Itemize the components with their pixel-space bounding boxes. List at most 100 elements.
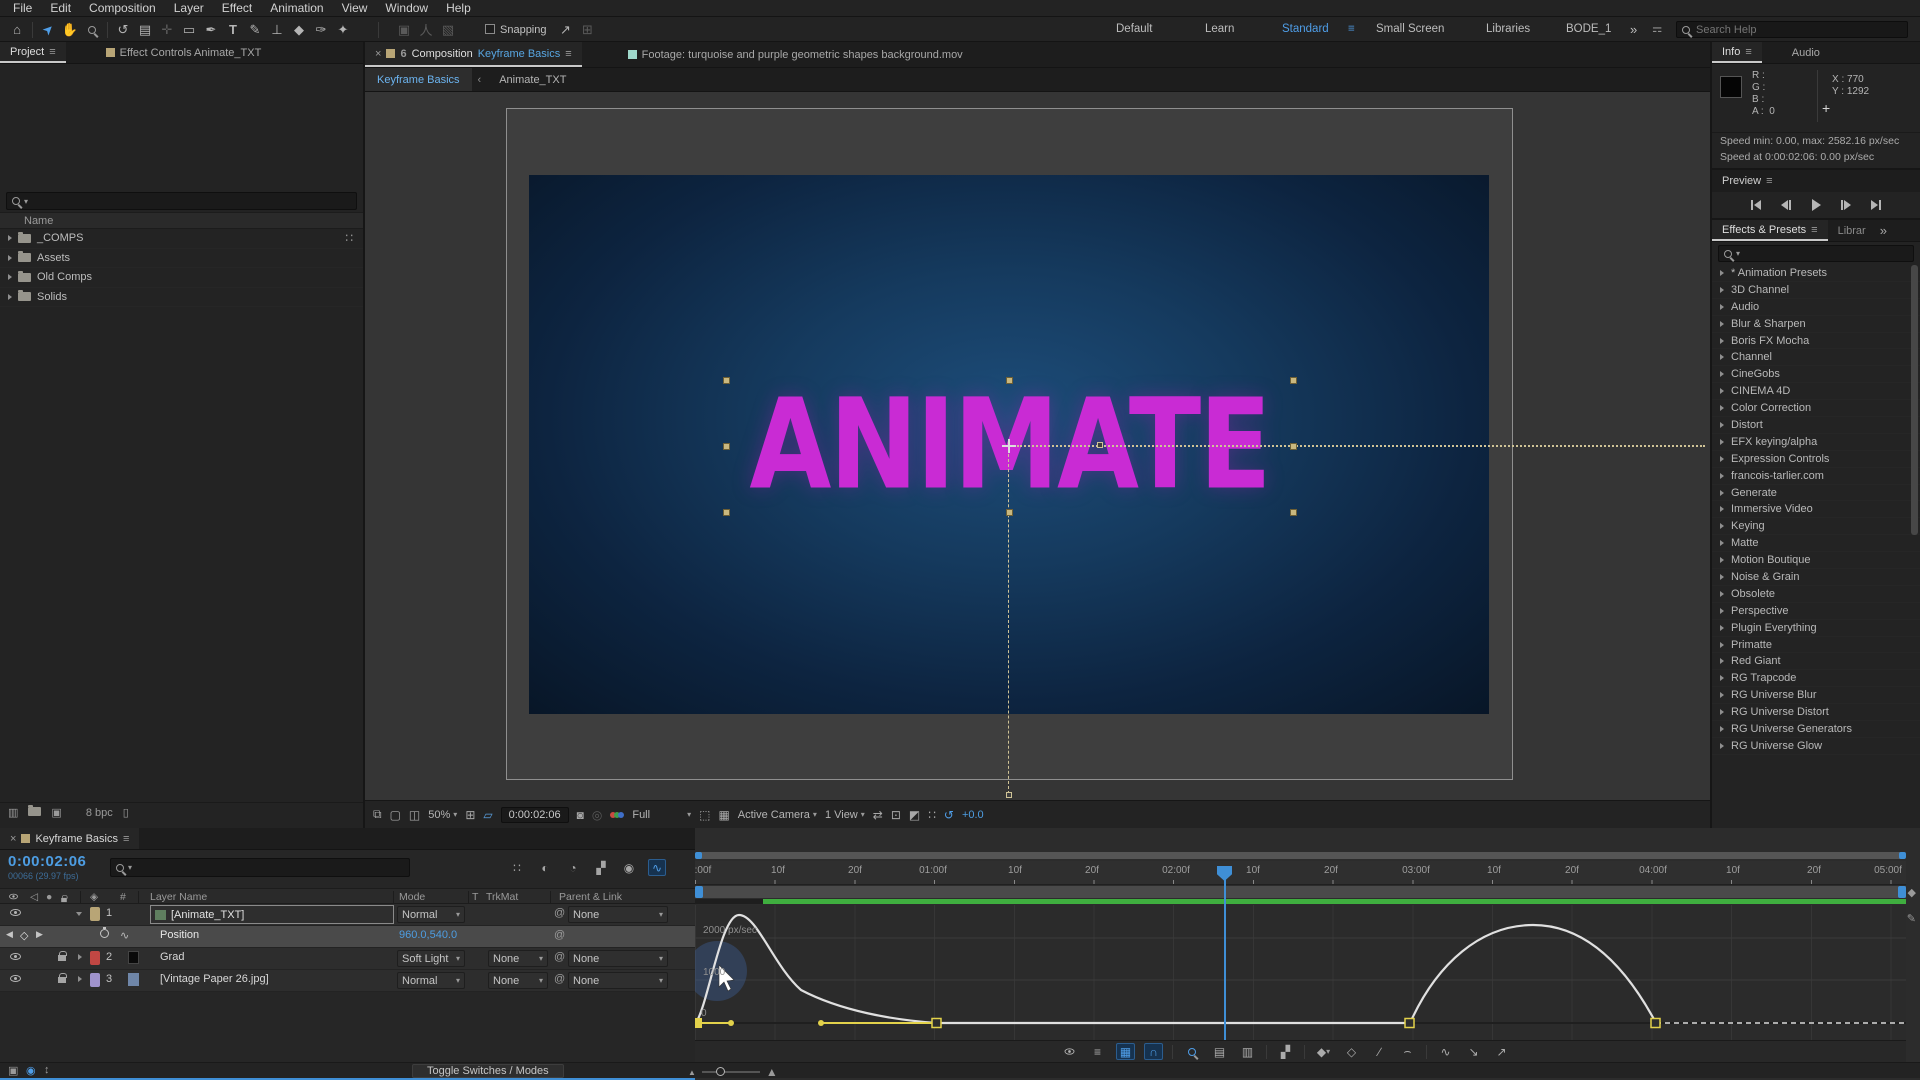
effects-category-row[interactable]: Obsolete xyxy=(1712,586,1920,603)
selection-handle[interactable] xyxy=(1290,509,1297,516)
bezier-interpolation-icon[interactable]: ⌢ xyxy=(1398,1043,1417,1060)
trash-icon[interactable]: ▯ xyxy=(123,806,129,819)
graph-editor-icon[interactable]: ∿ xyxy=(648,859,666,876)
parent-dropdown[interactable]: None ▾ xyxy=(568,972,668,989)
rectangle-tool-icon[interactable]: ▭ xyxy=(178,19,200,40)
keyframe-nav-left-icon[interactable]: ◀ xyxy=(6,929,13,940)
expander-icon[interactable] xyxy=(1720,371,1724,378)
easy-ease-icon[interactable]: ∿ xyxy=(1436,1043,1455,1060)
expander-icon[interactable] xyxy=(1720,725,1724,732)
expander-icon[interactable] xyxy=(1720,624,1724,631)
tab-libraries[interactable]: Librar xyxy=(1828,220,1876,241)
easy-ease-in-icon[interactable]: ↘ xyxy=(1464,1043,1483,1060)
layer-name-box[interactable]: [Animate_TXT] xyxy=(150,905,394,924)
rotation-tool-icon[interactable]: ↺ xyxy=(112,19,134,40)
effects-category-row[interactable]: Matte xyxy=(1712,535,1920,553)
expander-icon[interactable] xyxy=(1720,472,1724,479)
project-search-box[interactable]: ▾ xyxy=(6,192,357,210)
new-composition-icon[interactable]: ▣ xyxy=(51,806,61,819)
layer-label-color[interactable] xyxy=(90,907,100,921)
lock-open-icon[interactable]: 6 xyxy=(400,48,406,60)
close-icon[interactable]: × xyxy=(10,833,16,845)
exposure-value[interactable]: +0.0 xyxy=(962,809,984,821)
graph-toggle-icon[interactable]: ∿ xyxy=(120,929,129,942)
scrollbar-thumb[interactable] xyxy=(1911,265,1918,535)
snap-magnet-icon[interactable]: ∩ xyxy=(1144,1043,1163,1060)
view-tab-animate-txt[interactable]: Animate_TXT xyxy=(487,68,578,91)
work-area-start-handle[interactable] xyxy=(695,886,703,898)
selection-handle[interactable] xyxy=(1006,509,1013,516)
reset-exposure-icon[interactable]: ↺ xyxy=(944,808,954,822)
menu-item[interactable]: Composition xyxy=(80,0,165,17)
menu-item[interactable]: Help xyxy=(437,0,480,17)
expander-icon[interactable] xyxy=(1720,557,1724,564)
effects-category-row[interactable]: RG Universe Blur xyxy=(1712,687,1920,705)
puppet-pin-tool-icon[interactable]: ✦ xyxy=(332,19,354,40)
expander-icon[interactable] xyxy=(1720,337,1724,344)
blend-mode-dropdown[interactable]: Soft Light ▾ xyxy=(397,950,465,967)
effects-category-row[interactable]: Generate xyxy=(1712,485,1920,502)
effects-category-row[interactable]: * Animation Presets xyxy=(1712,265,1920,282)
expander-icon[interactable] xyxy=(1720,573,1724,580)
motion-path-endpoint[interactable] xyxy=(1006,792,1012,798)
effects-category-row[interactable]: Expression Controls xyxy=(1712,451,1920,468)
always-preview-icon[interactable]: ⧉ xyxy=(373,807,382,822)
pickwhip-icon[interactable]: @ xyxy=(554,907,565,919)
tab-preview[interactable]: Preview ≡ xyxy=(1712,170,1783,192)
menu-item[interactable]: Window xyxy=(376,0,437,17)
lock-icon[interactable] xyxy=(58,973,67,986)
project-folder-row[interactable]: _COMPS xyxy=(0,229,363,249)
col-t[interactable]: T xyxy=(472,891,478,903)
work-area-bar[interactable] xyxy=(695,886,1906,898)
zoom-knob[interactable] xyxy=(715,1067,725,1076)
workspace-default[interactable]: Default xyxy=(1116,17,1152,42)
hold-interpolation-icon[interactable]: ◇ xyxy=(1342,1043,1361,1060)
frame-blending-icon[interactable]: ▞ xyxy=(592,859,610,876)
expand-transfer-controls-icon[interactable]: ◉ xyxy=(26,1064,36,1077)
comp-button-icon[interactable]: ✎ xyxy=(1907,912,1916,925)
angle-snap-icon[interactable]: ↗ xyxy=(555,19,577,40)
timeline-zoom-slider[interactable]: ▲ ▲ xyxy=(688,1065,778,1079)
expander-icon[interactable] xyxy=(1720,421,1724,428)
layer-row-2[interactable]: 2 Grad Soft Light ▾ None ▾ @ None ▾ xyxy=(0,948,695,970)
camera-dropdown[interactable]: Active Camera ▾ xyxy=(738,809,817,821)
layer-name[interactable]: Grad xyxy=(160,951,184,963)
panel-menu-icon[interactable]: ≡ xyxy=(1811,224,1817,236)
grid-snap-icon[interactable]: ⊞ xyxy=(577,19,599,40)
zoom-out-mountain-icon[interactable]: ▲ xyxy=(688,1068,696,1077)
timeline-search-box[interactable]: ▾ xyxy=(110,858,410,877)
auto-zoom-icon[interactable] xyxy=(1182,1043,1201,1060)
menu-item[interactable]: Animation xyxy=(261,0,332,17)
play-button[interactable] xyxy=(1805,198,1827,213)
zoom-track[interactable] xyxy=(701,1067,760,1076)
resolution-dropdown[interactable]: Full ▾ xyxy=(632,809,691,821)
view-tab-keyframe-basics[interactable]: Keyframe Basics xyxy=(365,68,472,91)
workspace-small-screen[interactable]: Small Screen xyxy=(1376,17,1444,42)
workspace-standard[interactable]: Standard xyxy=(1282,17,1329,42)
expander-icon[interactable] xyxy=(1720,523,1724,530)
composition-viewer[interactable]: ANIMATE xyxy=(365,92,1710,800)
previous-frame-button[interactable] xyxy=(1775,198,1797,213)
add-keyframe-icon[interactable]: ◆ ▾ xyxy=(1314,1043,1333,1060)
twirl-icon[interactable] xyxy=(76,907,82,919)
expander-icon[interactable] xyxy=(1720,540,1724,547)
effects-category-row[interactable]: EFX keying/alpha xyxy=(1712,434,1920,451)
effects-category-row[interactable]: Noise & Grain xyxy=(1712,569,1920,586)
selection-handle[interactable] xyxy=(1290,443,1297,450)
expander-icon[interactable] xyxy=(1720,286,1724,293)
panel-menu-icon[interactable]: ≡ xyxy=(49,46,55,58)
expander-icon[interactable] xyxy=(1720,675,1724,682)
mini-flowchart-icon[interactable]: ∷ xyxy=(508,859,526,876)
layer-row-3[interactable]: 3 [Vintage Paper 26.jpg] Normal ▾ None ▾ @… xyxy=(0,970,695,992)
tab-effect-controls[interactable]: Effect Controls Animate_TXT xyxy=(96,42,272,63)
pickwhip-icon[interactable]: @ xyxy=(554,929,565,941)
expander-icon[interactable] xyxy=(1720,658,1724,665)
layer-row-1[interactable]: 1 [Animate_TXT] Normal ▾ @ None ▾ xyxy=(0,904,695,926)
tab-effects-presets[interactable]: Effects & Presets ≡ xyxy=(1712,220,1828,241)
mask-visibility-icon[interactable]: ▱ xyxy=(483,808,492,822)
selection-handle[interactable] xyxy=(723,509,730,516)
effects-category-row[interactable]: RG Universe Distort xyxy=(1712,704,1920,722)
pixel-aspect-icon[interactable]: ⊡ xyxy=(891,808,901,822)
graph-type-icon[interactable]: ≡ xyxy=(1088,1043,1107,1060)
pickwhip-icon[interactable]: @ xyxy=(554,973,565,985)
